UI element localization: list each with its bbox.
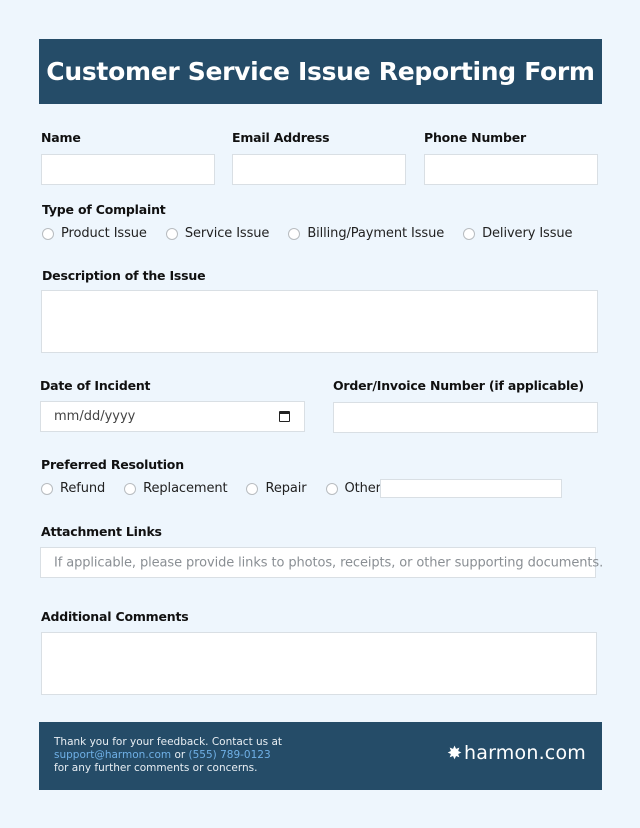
starburst-icon: ✸ — [446, 743, 463, 763]
name-input[interactable] — [41, 154, 215, 185]
radio-label: Billing/Payment Issue — [307, 226, 445, 241]
resolution-label: Preferred Resolution — [41, 457, 184, 472]
phone-input[interactable] — [424, 154, 598, 185]
date-label: Date of Incident — [40, 378, 151, 393]
radio-label: Other: — [344, 481, 386, 496]
email-label: Email Address — [232, 130, 330, 145]
comments-textarea[interactable] — [41, 632, 597, 695]
radio-button[interactable] — [288, 227, 301, 240]
attachments-input[interactable]: If applicable, please provide links to p… — [40, 547, 603, 578]
calendar-icon[interactable] — [279, 411, 290, 422]
date-placeholder: mm/dd/yyyy — [54, 409, 136, 424]
comments-label: Additional Comments — [41, 609, 189, 624]
radio-button[interactable] — [165, 227, 178, 240]
harmon-logo: ✸ harmon.com — [447, 742, 586, 764]
footer-line-2: support@harmon.com or (555) 789-0123 — [54, 749, 282, 762]
order-number-input[interactable] — [333, 402, 598, 433]
description-textarea[interactable] — [41, 290, 598, 353]
other-resolution-input[interactable] — [380, 479, 562, 498]
attachments-placeholder: If applicable, please provide links to p… — [54, 555, 604, 570]
radio-label: Refund — [60, 481, 106, 496]
radio-delivery-issue[interactable]: Delivery Issue — [463, 226, 573, 241]
support-phone-link[interactable]: (555) 789-0123 — [189, 749, 271, 761]
footer: Thank you for your feedback. Contact us … — [39, 722, 602, 790]
radio-label: Product Issue — [61, 226, 147, 241]
radio-label: Replacement — [143, 481, 228, 496]
logo-text: harmon.com — [464, 742, 586, 764]
radio-label: Service Issue — [184, 226, 270, 241]
order-number-label: Order/Invoice Number (if applicable) — [333, 378, 584, 393]
resolution-radio-group: Refund Replacement Repair Other: — [41, 481, 385, 496]
name-label: Name — [41, 130, 81, 145]
radio-other[interactable]: Other: — [325, 481, 386, 496]
date-input[interactable]: mm/dd/yyyy — [40, 401, 305, 432]
radio-button[interactable] — [463, 227, 476, 240]
radio-billing-payment-issue[interactable]: Billing/Payment Issue — [288, 226, 444, 241]
radio-button[interactable] — [41, 482, 53, 495]
radio-button[interactable] — [124, 482, 137, 495]
footer-line-1: Thank you for your feedback. Contact us … — [54, 736, 283, 748]
radio-product-issue[interactable]: Product Issue — [42, 226, 147, 241]
radio-button[interactable] — [325, 482, 338, 495]
phone-label: Phone Number — [424, 130, 526, 145]
footer-or-text: or — [171, 749, 189, 761]
radio-label: Delivery Issue — [482, 226, 573, 241]
radio-button[interactable] — [42, 227, 54, 240]
complaint-type-label: Type of Complaint — [42, 202, 166, 217]
footer-line-3: for any further comments or concerns. — [54, 762, 258, 774]
page-title: Customer Service Issue Reporting Form — [46, 57, 595, 86]
radio-replacement[interactable]: Replacement — [124, 481, 228, 496]
form-header: Customer Service Issue Reporting Form — [39, 39, 602, 104]
radio-repair[interactable]: Repair — [246, 481, 307, 496]
email-input[interactable] — [232, 154, 406, 185]
attachments-label: Attachment Links — [41, 524, 162, 539]
radio-label: Repair — [265, 481, 307, 496]
radio-service-issue[interactable]: Service Issue — [165, 226, 270, 241]
support-email-link[interactable]: support@harmon.com — [54, 749, 171, 761]
description-label: Description of the Issue — [42, 268, 206, 283]
radio-refund[interactable]: Refund — [41, 481, 105, 496]
footer-contact-text: Thank you for your feedback. Contact us … — [54, 736, 282, 775]
radio-button[interactable] — [246, 482, 259, 495]
complaint-type-radio-group: Product Issue Service Issue Billing/Paym… — [42, 226, 573, 241]
